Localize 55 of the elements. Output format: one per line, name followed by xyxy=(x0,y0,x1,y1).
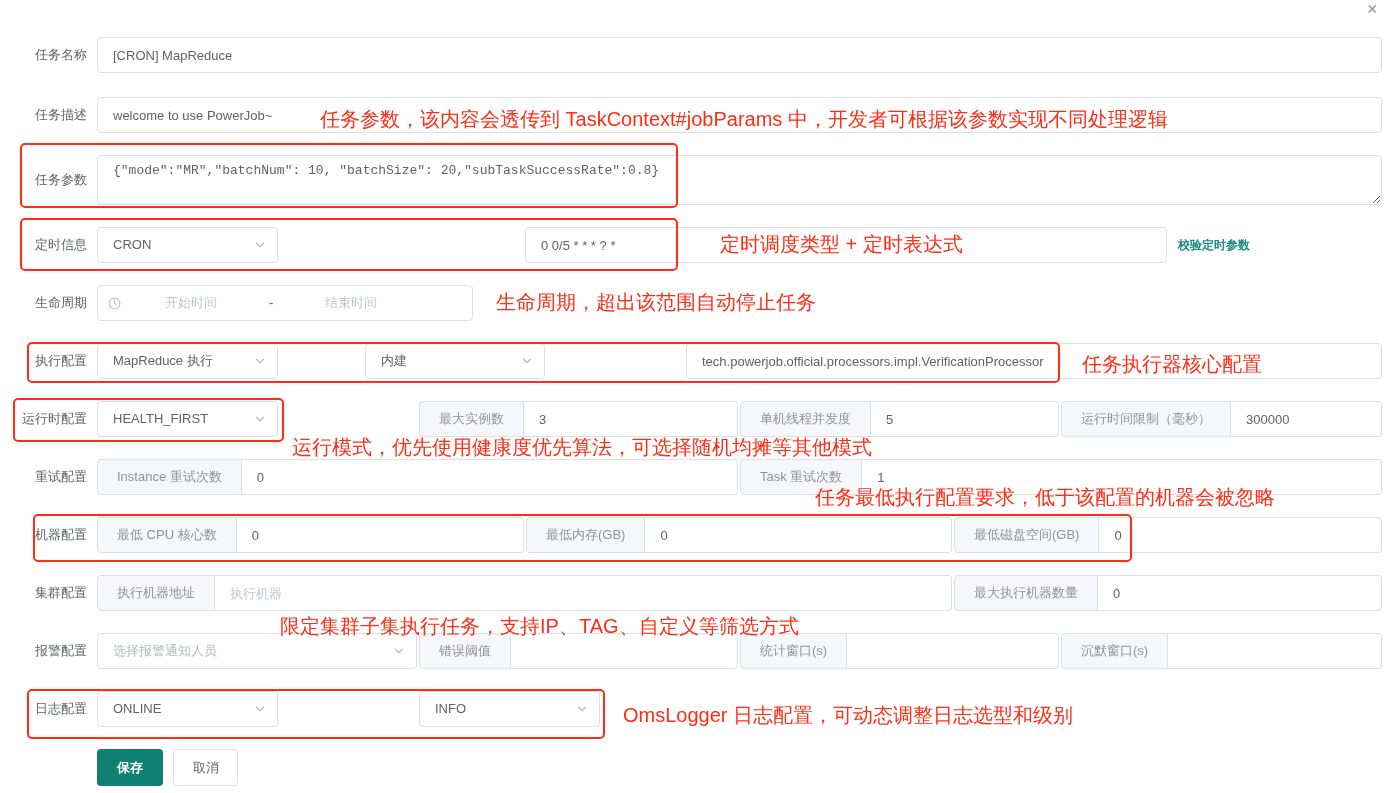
annotation-text: 生命周期，超出该范围自动停止任务 xyxy=(496,290,816,315)
field-label: 日志配置 xyxy=(34,700,88,719)
field-addon: Instance 重试次数 xyxy=(97,459,242,495)
select-field[interactable]: CRON xyxy=(97,227,278,263)
select-field[interactable]: 内建 xyxy=(365,343,545,379)
field-addon: 沉默窗口(s) xyxy=(1061,633,1169,669)
text-field[interactable]: 0 xyxy=(1098,575,1382,611)
field-label: 任务描述 xyxy=(34,106,88,125)
field-addon: 最低 CPU 核心数 xyxy=(97,517,237,553)
annotation-text: 任务参数，该内容会透传到 TaskContext#jobParams 中，开发者可根据该参数实现不同处理逻辑 xyxy=(320,107,1168,132)
cancel-button[interactable]: 取消 xyxy=(173,749,238,786)
annotation-text: 任务执行器核心配置 xyxy=(1082,352,1262,377)
range-separator: - xyxy=(268,294,275,313)
field-label: 任务参数 xyxy=(34,171,88,190)
field-addon: 执行机器地址 xyxy=(97,575,215,611)
field-addon: 最大执行机器数量 xyxy=(954,575,1098,611)
field-addon: 最大实例数 xyxy=(419,401,524,437)
select-field[interactable]: ONLINE xyxy=(97,691,278,727)
field-label: 执行配置 xyxy=(34,352,88,371)
field-label: 报警配置 xyxy=(34,642,88,661)
select-field[interactable]: HEALTH_FIRST xyxy=(97,401,278,437)
field-label: 运行时配置 xyxy=(21,410,88,429)
text-field[interactable]: 0 xyxy=(645,517,952,553)
text-field[interactable] xyxy=(1168,633,1382,669)
field-addon: 运行时间限制（毫秒） xyxy=(1061,401,1231,437)
annotation-text: 定时调度类型 + 定时表达式 xyxy=(720,232,963,257)
field-label: 定时信息 xyxy=(34,236,88,255)
params-textarea[interactable]: {"mode":"MR","batchNum": 10, "batchSize": 20,"subTaskSuccessRate":0.8} xyxy=(97,155,1382,205)
text-field[interactable]: 0 xyxy=(236,517,524,553)
field-addon: 最低内存(GB) xyxy=(526,517,646,553)
text-field[interactable]: 0 xyxy=(1099,517,1382,553)
field-label: 集群配置 xyxy=(34,584,88,603)
annotation-text: 运行模式，优先使用健康度优先算法，可选择随机均摊等其他模式 xyxy=(292,435,872,460)
select-field[interactable]: INFO xyxy=(419,691,600,727)
validate-link[interactable]: 校验定时参数 xyxy=(1178,236,1250,254)
text-field[interactable]: 执行机器 xyxy=(215,575,952,611)
select-field[interactable]: MapReduce 执行 xyxy=(97,343,278,379)
field-label: 机器配置 xyxy=(34,526,88,545)
annotation-text: OmsLogger 日志配置，可动态调整日志选型和级别 xyxy=(623,703,1074,728)
save-button[interactable]: 保存 xyxy=(97,749,163,786)
text-field[interactable] xyxy=(847,633,1059,669)
field-addon: 最低磁盘空间(GB) xyxy=(954,517,1100,553)
text-field[interactable]: 3 xyxy=(524,401,738,437)
text-field[interactable]: [CRON] MapReduce xyxy=(97,37,1382,73)
field-label: 任务名称 xyxy=(34,46,88,65)
text-field[interactable]: 0 xyxy=(241,459,738,495)
text-field[interactable]: 5 xyxy=(871,401,1059,437)
text-field[interactable]: 300000 xyxy=(1231,401,1382,437)
end-time-input[interactable]: 结束时间 xyxy=(281,293,422,313)
field-label: 重试配置 xyxy=(34,468,88,487)
clock-icon xyxy=(108,296,121,310)
start-time-input[interactable]: 开始时间 xyxy=(121,293,261,313)
field-addon: 单机线程并发度 xyxy=(740,401,871,437)
date-range-picker[interactable]: 开始时间 - 结束时间 xyxy=(97,285,473,321)
field-label: 生命周期 xyxy=(34,294,88,313)
